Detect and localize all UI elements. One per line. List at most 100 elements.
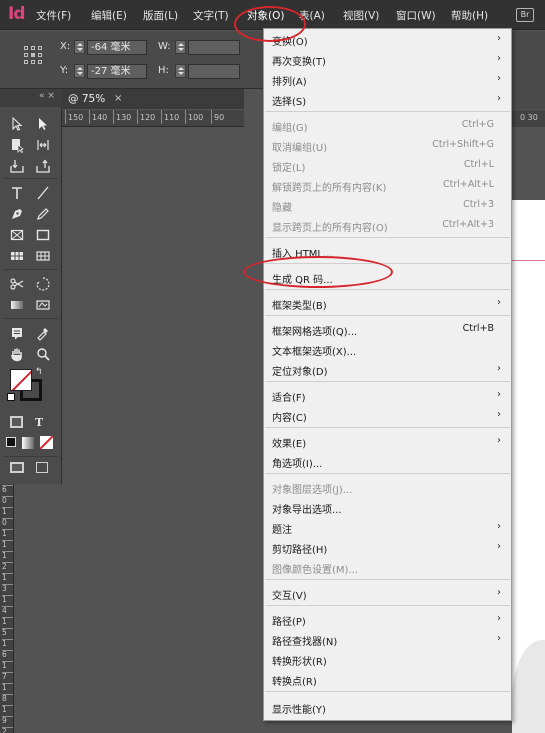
menu-file[interactable]: 文件(F) — [36, 8, 71, 23]
menu-edit[interactable]: 编辑(E) — [91, 8, 127, 23]
horizontal-ruler[interactable]: 150 140 130 120 110 100 90 — [62, 110, 244, 127]
rectangle-frame-tool-icon[interactable] — [6, 225, 28, 245]
submenu-arrow-icon: › — [497, 435, 501, 446]
menu-item-clipping-path[interactable]: 剪切路径(H) › — [264, 537, 511, 557]
menu-item-hide[interactable]: 隐藏 Ctrl+3 — [264, 195, 511, 215]
menu-item-frame-grid-options[interactable]: 框架网格选项(Q)... Ctrl+B — [264, 319, 511, 339]
h-stepper[interactable] — [175, 64, 186, 78]
menu-item-anchored-object[interactable]: 定位对象(D) › — [264, 359, 511, 379]
highlight-oval-qr-code — [243, 256, 393, 288]
submenu-arrow-icon: › — [497, 587, 501, 598]
formatting-container-icon[interactable] — [10, 416, 23, 428]
app-logo: Id — [8, 4, 25, 24]
menu-item-text-frame-options[interactable]: 文本框架选项(X)... — [264, 339, 511, 359]
normal-mode-icon[interactable] — [10, 462, 24, 473]
vruler-tick: 1 — [2, 507, 13, 516]
swap-colors-icon[interactable]: ↰ — [35, 367, 43, 377]
menu-item-select[interactable]: 选择(S) › — [264, 89, 511, 109]
menu-item-display-performance[interactable]: 显示性能(Y) — [264, 697, 511, 717]
x-field[interactable]: -64 毫米 — [87, 40, 147, 55]
scissors-tool-icon[interactable] — [6, 274, 28, 294]
apply-gradient-icon[interactable] — [22, 437, 34, 449]
w-stepper[interactable] — [175, 40, 186, 54]
menu-item-paths[interactable]: 路径(P) › — [264, 609, 511, 629]
menu-item-object-layer-options[interactable]: 对象图层选项(J)... — [264, 477, 511, 497]
eyedropper-tool-icon[interactable] — [32, 323, 54, 343]
submenu-arrow-icon: › — [497, 541, 501, 552]
line-tool-icon[interactable] — [32, 183, 54, 203]
menu-item-frame-type[interactable]: 框架类型(B) › — [264, 293, 511, 313]
zoom-tool-icon[interactable] — [32, 344, 54, 364]
page-tool-icon[interactable] — [6, 135, 28, 155]
gradient-feather-tool-icon[interactable] — [32, 295, 54, 315]
reference-point-icon[interactable] — [24, 46, 42, 64]
rectangle-tool-icon[interactable] — [32, 225, 54, 245]
apply-none-icon[interactable] — [40, 436, 53, 449]
menu-item-unlock-all[interactable]: 解锁跨页上的所有内容(K) Ctrl+Alt+L — [264, 175, 511, 195]
menu-item-convert-point[interactable]: 转换点(R) — [264, 669, 511, 689]
menu-item-lock[interactable]: 锁定(L) Ctrl+L — [264, 155, 511, 175]
free-transform-tool-icon[interactable] — [32, 274, 54, 294]
submenu-arrow-icon: › — [497, 613, 501, 624]
menu-item-effects[interactable]: 效果(E) › — [264, 431, 511, 451]
menu-item-object-export-options[interactable]: 对象导出选项... — [264, 497, 511, 517]
menu-item-arrange[interactable]: 排列(A) › — [264, 69, 511, 89]
y-stepper[interactable] — [74, 64, 85, 78]
menu-window[interactable]: 窗口(W) — [396, 8, 436, 23]
document-tab[interactable]: @ 75% × — [62, 89, 244, 109]
ruler-tick: 100 — [184, 110, 204, 124]
menu-separator — [265, 605, 510, 606]
formatting-text-icon[interactable]: T — [35, 416, 43, 429]
menu-help[interactable]: 帮助(H) — [451, 8, 488, 23]
submenu-arrow-icon: › — [497, 409, 501, 420]
gap-tool-icon[interactable] — [32, 135, 54, 155]
pencil-tool-icon[interactable] — [32, 204, 54, 224]
menu-item-content[interactable]: 内容(C) › — [264, 405, 511, 425]
x-stepper[interactable] — [74, 40, 85, 54]
menu-separator — [265, 381, 510, 382]
close-tab-icon[interactable]: × — [114, 93, 122, 104]
control-bar-right — [512, 31, 545, 109]
tools-panel: « × ↰ T — [0, 89, 62, 484]
type-tool-icon[interactable] — [6, 183, 28, 203]
collapse-panel-icon[interactable]: « × — [39, 91, 55, 101]
menu-item-corner-options[interactable]: 角选项(I)... — [264, 451, 511, 471]
content-placer-tool-icon[interactable] — [32, 156, 54, 176]
default-colors-icon[interactable] — [7, 393, 15, 401]
selection-tool-icon[interactable] — [6, 114, 28, 134]
h-field[interactable] — [188, 64, 240, 79]
menu-item-group[interactable]: 编组(G) Ctrl+G — [264, 115, 511, 135]
menu-item-ungroup[interactable]: 取消编组(U) Ctrl+Shift+G — [264, 135, 511, 155]
menu-item-image-color-settings[interactable]: 图像颜色设置(M)... — [264, 557, 511, 577]
grid-tool-icon[interactable] — [32, 246, 54, 266]
preview-mode-icon[interactable] — [36, 462, 48, 473]
pen-tool-icon[interactable] — [6, 204, 28, 224]
bridge-button[interactable]: Br — [516, 8, 534, 22]
direct-selection-tool-icon[interactable] — [32, 114, 54, 134]
menu-item-transform-again[interactable]: 再次变换(T) › — [264, 49, 511, 69]
ruler-tick: 150 — [64, 110, 84, 124]
content-collector-tool-icon[interactable] — [6, 156, 28, 176]
menu-view[interactable]: 视图(V) — [343, 8, 379, 23]
vertical-ruler[interactable]: 6 0 1 0 1 1 1 2 1 3 1 4 1 5 1 6 1 7 1 8 … — [0, 484, 14, 733]
menu-item-interactive[interactable]: 交互(V) › — [264, 583, 511, 603]
menu-separator — [265, 691, 510, 692]
w-field[interactable] — [188, 40, 240, 55]
fill-stroke-swatch[interactable]: ↰ — [7, 367, 44, 403]
menu-type[interactable]: 文字(T) — [193, 8, 229, 23]
y-field[interactable]: -27 毫米 — [87, 64, 147, 79]
fill-swatch[interactable] — [10, 369, 32, 391]
table-tool-icon[interactable] — [6, 246, 28, 266]
note-tool-icon[interactable] — [6, 323, 28, 343]
gradient-swatch-tool-icon[interactable] — [6, 295, 28, 315]
submenu-arrow-icon: › — [497, 297, 501, 308]
menu-item-captions[interactable]: 题注 › — [264, 517, 511, 537]
menu-layout[interactable]: 版面(L) — [143, 8, 178, 23]
menu-item-pathfinder[interactable]: 路径查找器(N) › — [264, 629, 511, 649]
menu-item-convert-shape[interactable]: 转换形状(R) — [264, 649, 511, 669]
hand-tool-icon[interactable] — [6, 344, 28, 364]
menu-item-fitting[interactable]: 适合(F) › — [264, 385, 511, 405]
menu-item-show-all[interactable]: 显示跨页上的所有内容(O) Ctrl+Alt+3 — [264, 215, 511, 235]
tools-panel-header[interactable]: « × — [0, 89, 62, 107]
apply-color-icon[interactable] — [6, 437, 16, 447]
